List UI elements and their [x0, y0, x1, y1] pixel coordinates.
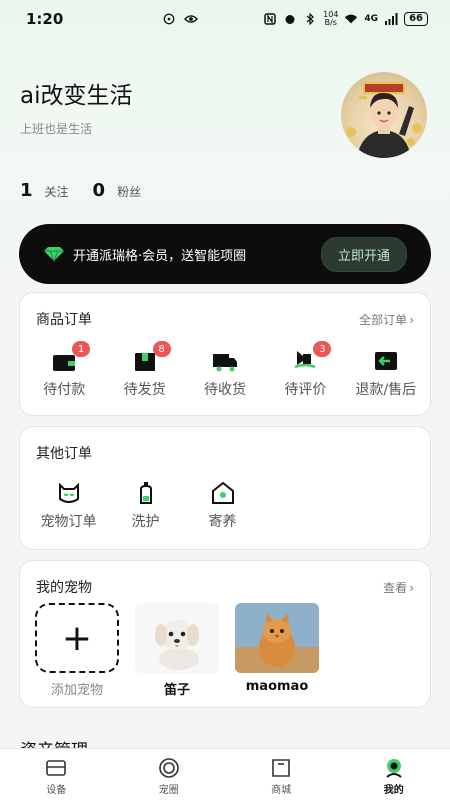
view-pets-link[interactable]: 查看 ›	[383, 579, 414, 596]
refund-icon	[374, 352, 397, 370]
boarding-item[interactable]: 寄养	[184, 479, 261, 531]
tab-circle[interactable]: 宠圈	[113, 749, 226, 800]
pet-card[interactable]: 笛子	[135, 603, 219, 698]
grooming-item[interactable]: 洗护	[107, 479, 184, 531]
alarm-icon	[285, 15, 295, 24]
other-order-label: 宠物订单	[40, 514, 97, 530]
product-orders-card: 商品订单 全部订单 › 1 待付款 8 待发货 待收货 3 待评价 退款/售后	[19, 292, 431, 416]
tab-device[interactable]: 设备	[0, 749, 113, 800]
pet-name: maomao	[245, 679, 309, 694]
tab-shop[interactable]: 商城	[225, 749, 338, 800]
profile-header: ai改变生活 上班也是生活	[0, 38, 450, 158]
diamond-icon	[44, 247, 64, 262]
cat-icon	[58, 482, 79, 503]
signal-icon	[385, 13, 398, 25]
nfc-icon	[264, 13, 276, 25]
other-orders-card: 其他订单 宠物订单 洗护 寄养	[19, 426, 431, 550]
chevron-right-icon: ›	[409, 580, 414, 595]
battery-indicator: 66	[404, 12, 428, 26]
eye-icon	[184, 15, 198, 23]
net-speed: 104 B/s	[323, 10, 339, 27]
tab-label: 宠圈	[158, 785, 179, 796]
pet-photo	[235, 603, 319, 673]
bottle-icon	[139, 482, 152, 504]
device-icon	[46, 760, 67, 776]
vip-open-button[interactable]: 立即开通	[320, 236, 407, 272]
order-label: 待评价	[284, 382, 327, 398]
order-pending-review[interactable]: 3 待评价	[265, 341, 345, 399]
pet-photo	[135, 603, 219, 673]
chevron-right-icon: ›	[409, 312, 414, 327]
pet-card[interactable]: maomao	[235, 603, 319, 698]
other-order-label: 洗护	[131, 514, 160, 530]
tab-label: 设备	[46, 785, 67, 796]
tab-label: 商城	[271, 785, 292, 796]
follow-stats: 1 关注 0 粉丝	[20, 180, 165, 201]
network-type: 4G	[364, 14, 379, 24]
pet-orders-item[interactable]: 宠物订单	[30, 479, 107, 531]
following-count[interactable]: 1	[20, 180, 33, 201]
status-bar: 1:20 104 B/s 4G 66	[0, 0, 450, 38]
signature[interactable]: 上班也是生活	[20, 120, 92, 137]
order-label: 退款/售后	[355, 382, 417, 398]
hotspot-icon	[163, 13, 175, 25]
pet-name: 笛子	[163, 683, 190, 698]
followers-label[interactable]: 粉丝	[117, 183, 141, 200]
pending-shipment-badge: 8	[152, 341, 171, 357]
followers-count[interactable]: 0	[93, 180, 106, 201]
order-refund[interactable]: 退款/售后	[346, 347, 426, 399]
order-pending-payment[interactable]: 1 待付款	[24, 341, 104, 399]
wifi-icon	[345, 14, 358, 24]
order-pending-shipment[interactable]: 8 待发货	[104, 341, 184, 399]
tab-label: 我的	[383, 785, 404, 796]
following-label[interactable]: 关注	[45, 183, 69, 200]
other-order-label: 寄养	[208, 514, 237, 530]
order-label: 待付款	[43, 382, 86, 398]
order-label: 待发货	[123, 382, 166, 398]
pending-payment-badge: 1	[72, 341, 91, 357]
vip-banner[interactable]: 开通派瑞格·会员，送智能项圈 立即开通	[19, 224, 431, 284]
username[interactable]: ai改变生活	[20, 76, 132, 110]
circle-icon	[158, 758, 179, 778]
bottom-tab-bar: 设备 宠圈 商城 我的	[0, 748, 450, 800]
add-pet-button[interactable]: + 添加宠物	[35, 603, 119, 698]
vip-text: 开通派瑞格·会员，送智能项圈	[73, 248, 247, 264]
avatar[interactable]	[341, 72, 427, 158]
product-orders-title: 商品订单	[36, 312, 92, 328]
bluetooth-icon	[306, 13, 315, 25]
truck-icon	[213, 354, 238, 372]
profile-icon	[386, 759, 402, 778]
order-pending-receipt[interactable]: 待收货	[185, 347, 265, 399]
plus-icon: +	[61, 617, 93, 659]
all-orders-link[interactable]: 全部订单 ›	[359, 311, 414, 328]
tab-profile[interactable]: 我的	[338, 749, 450, 800]
my-pets-title: 我的宠物	[36, 580, 92, 596]
status-time: 1:20	[26, 10, 64, 28]
other-orders-title: 其他订单	[36, 446, 92, 462]
profile-page: 1:20 104 B/s 4G 66 ai改变生活 上班也是生活 1 关注 0 …	[0, 0, 450, 800]
pending-review-badge: 3	[313, 341, 332, 357]
my-pets-card: 我的宠物 查看 › + 添加宠物 笛子 maomao	[19, 560, 431, 708]
shop-icon	[272, 759, 291, 777]
add-pet-label: 添加宠物	[50, 683, 103, 698]
house-icon	[211, 481, 234, 504]
avatar-image	[346, 82, 422, 158]
order-label: 待收货	[204, 382, 247, 398]
